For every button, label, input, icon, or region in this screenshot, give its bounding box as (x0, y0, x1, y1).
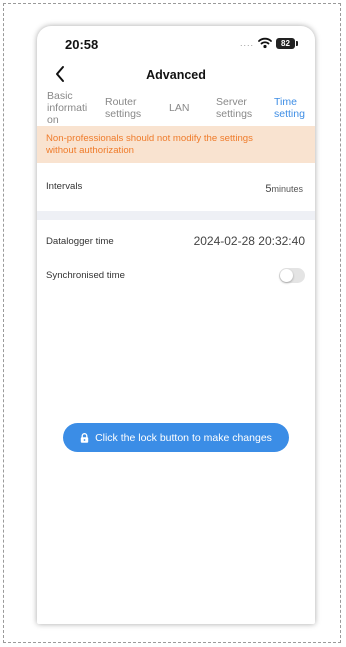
intervals-value: 5minutes (265, 179, 303, 197)
lock-button-label: Click the lock button to make changes (95, 431, 272, 444)
synchronised-time-row: Synchronised time (37, 258, 315, 294)
synchronised-time-label: Synchronised time (46, 270, 125, 281)
tab-label-line: Time (274, 96, 297, 108)
warning-line: Non-professionals should not modify the … (46, 133, 253, 144)
tab-label-line: Router (105, 96, 137, 108)
intervals-label: Intervals (46, 181, 83, 192)
tab-server-settings[interactable]: Server settings (216, 96, 252, 120)
intervals-row[interactable]: Intervals 5minutes (37, 163, 315, 211)
warning-banner: Non-professionals should not modify the … (37, 126, 315, 163)
nav-bar: Advanced (37, 62, 315, 88)
tab-lan[interactable]: LAN (169, 102, 189, 114)
signal-dots: .... (239, 38, 254, 48)
status-time: 20:58 (65, 37, 99, 52)
phone-screen: 20:58 .... 82 Advanced Basic informati o… (37, 26, 315, 624)
status-indicators: .... 82 (239, 37, 298, 49)
tab-label-line: informati (47, 102, 88, 114)
lock-icon (80, 432, 89, 443)
synchronised-time-toggle[interactable] (279, 268, 305, 283)
datalogger-time-row: Datalogger time 2024-02-28 20:32:40 (37, 220, 315, 258)
battery-icon: 82 (276, 37, 298, 49)
warning-line: without authorization (46, 145, 134, 156)
tab-basic-information[interactable]: Basic informati on (47, 90, 87, 126)
intervals-unit: minutes (271, 184, 303, 194)
tab-label-line: setting (274, 108, 305, 120)
tab-time-setting[interactable]: Time setting (274, 96, 305, 120)
tab-router-settings[interactable]: Router settings (105, 96, 141, 120)
section-separator (37, 211, 315, 220)
tab-bar: Basic informati on Router settings LAN S… (37, 90, 315, 126)
wifi-icon (258, 37, 272, 49)
tab-label-line: Basic (47, 90, 73, 102)
toggle-knob (280, 269, 293, 282)
tab-label-line: Server (216, 96, 247, 108)
tab-label-line: LAN (169, 102, 190, 114)
datalogger-time-value: 2024-02-28 20:32:40 (193, 234, 305, 248)
tab-label-line: on (47, 114, 59, 126)
tab-label-line: settings (216, 108, 253, 120)
lock-button[interactable]: Click the lock button to make changes (63, 423, 289, 452)
tab-label-line: settings (105, 108, 142, 120)
page-title: Advanced (146, 68, 206, 82)
datalogger-time-label: Datalogger time (46, 236, 114, 247)
